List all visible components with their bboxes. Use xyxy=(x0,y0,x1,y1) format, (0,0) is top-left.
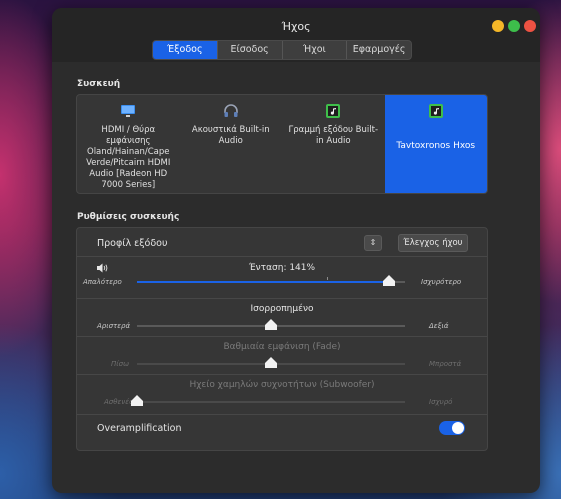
overamplification-label: Overamplification xyxy=(97,423,182,434)
sound-settings-window: Ήχος Έξοδος Είσοδος Ήχοι Εφαρμογές Συσκε… xyxy=(52,8,540,493)
device-simultaneous[interactable]: Tavtoxronos Hxos xyxy=(384,95,487,193)
volume-slider-handle[interactable] xyxy=(382,275,395,286)
device-label: Tavtoxronos Hxos xyxy=(396,141,476,151)
volume-max-label: Ισχυρότερο xyxy=(421,278,462,286)
headphones-icon xyxy=(223,104,238,117)
window-title: Ήχος xyxy=(281,20,311,33)
test-sound-button[interactable]: Έλεγχος ήχου xyxy=(398,234,468,252)
maximize-button[interactable] xyxy=(508,20,520,32)
fade-min-label: Πίσω xyxy=(111,360,129,368)
fade-max-label: Μπροστά xyxy=(429,360,462,368)
monitor-icon xyxy=(121,105,136,117)
close-button[interactable] xyxy=(524,20,536,32)
tab-sounds[interactable]: Ήχοι xyxy=(281,41,347,59)
music-note-icon xyxy=(326,104,341,118)
subwoofer-row: Ηχείο χαμηλών συχνοτήτων (Subwoofer) Ασθ… xyxy=(77,374,487,415)
tab-bar: Έξοδος Είσοδος Ήχοι Εφαρμογές xyxy=(152,40,412,60)
volume-slider-fill xyxy=(137,281,389,283)
output-profile-label: Προφίλ εξόδου xyxy=(97,238,168,249)
volume-title: Ένταση: 141% xyxy=(248,263,316,273)
device-label: Ακουστικά Built-in Audio xyxy=(191,125,270,146)
minimize-button[interactable] xyxy=(492,20,504,32)
overamplification-row: Overamplification xyxy=(77,414,487,451)
music-note-icon xyxy=(428,104,443,118)
switch-knob xyxy=(452,422,464,434)
device-headphones[interactable]: Ακουστικά Built-in Audio xyxy=(180,95,283,193)
subwoofer-max-label: Ισχυρό xyxy=(429,398,453,406)
device-section-title: Συσκευή xyxy=(77,79,121,89)
title-bar: Ήχος Έξοδος Είσοδος Ήχοι Εφαρμογές xyxy=(52,8,540,62)
device-label: Γραμμή εξόδου Built-in Audio xyxy=(288,125,379,146)
profile-selector[interactable]: ⇕ xyxy=(364,235,382,251)
overamplification-switch[interactable] xyxy=(439,421,465,435)
volume-min-label: Απαλότερο xyxy=(83,278,122,286)
tab-input[interactable]: Είσοδος xyxy=(216,41,282,59)
tab-output[interactable]: Έξοδος xyxy=(153,41,217,59)
subwoofer-slider-handle[interactable] xyxy=(131,395,143,406)
volume-slider-track[interactable] xyxy=(137,277,405,283)
volume-100-tick xyxy=(327,277,328,280)
balance-min-label: Αριστερά xyxy=(97,322,131,330)
fade-slider-handle[interactable] xyxy=(265,357,277,368)
balance-row: Ισορροπημένο Αριστερά Δεξιά xyxy=(77,298,487,337)
device-hdmi[interactable]: HDMI / Θύρα εμφάνισης Oland/Hainan/Cape … xyxy=(77,95,180,193)
fade-row: Βαθμιαία εμφάνιση (Fade) Πίσω Μπροστά xyxy=(77,336,487,375)
balance-title: Ισορροπημένο xyxy=(250,304,314,314)
volume-row: Ένταση: 141% Απαλότερο Ισχυρότερο xyxy=(77,256,487,299)
balance-slider-handle[interactable] xyxy=(265,319,277,330)
balance-max-label: Δεξιά xyxy=(429,322,449,330)
settings-section-title: Ρυθμίσεις συσκευής xyxy=(77,212,180,222)
device-label: HDMI / Θύρα εμφάνισης Oland/Hainan/Cape … xyxy=(86,125,171,190)
subwoofer-min-label: Ασθενές xyxy=(104,398,134,406)
fade-title: Βαθμιαία εμφάνιση (Fade) xyxy=(223,342,341,352)
device-line-out[interactable]: Γραμμή εξόδου Built-in Audio xyxy=(282,95,385,193)
tab-applications[interactable]: Εφαρμογές xyxy=(346,41,411,59)
subwoofer-title: Ηχείο χαμηλών συχνοτήτων (Subwoofer) xyxy=(189,380,375,390)
subwoofer-slider-track[interactable] xyxy=(137,401,405,403)
device-settings-panel: Προφίλ εξόδου ⇕ Έλεγχος ήχου Ένταση: 141… xyxy=(76,227,488,451)
output-profile-row: Προφίλ εξόδου ⇕ Έλεγχος ήχου xyxy=(77,228,487,256)
device-list: HDMI / Θύρα εμφάνισης Oland/Hainan/Cape … xyxy=(76,94,488,194)
